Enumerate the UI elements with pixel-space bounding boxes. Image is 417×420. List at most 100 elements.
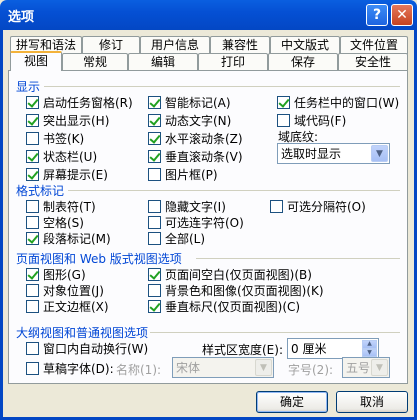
tab-track-changes[interactable]: 修订 xyxy=(82,36,140,54)
checkbox-box[interactable] xyxy=(148,215,161,229)
checkbox-box[interactable] xyxy=(148,283,161,297)
checkbox-box[interactable] xyxy=(26,231,39,245)
checkbox-box[interactable] xyxy=(26,341,39,355)
checkbox-label: 背景色和图像(仅页面视图)(K) xyxy=(165,283,324,298)
checkbox-box[interactable] xyxy=(277,95,290,109)
checkbox-highlight[interactable]: 突出显示(H) xyxy=(26,112,109,128)
checkbox-text-boundaries[interactable]: 正文边框(X) xyxy=(26,298,109,314)
checkbox-box[interactable] xyxy=(148,167,161,181)
close-button[interactable]: ✕ xyxy=(391,4,413,26)
tab-save[interactable]: 保存 xyxy=(268,53,338,71)
checkbox-box[interactable] xyxy=(26,283,39,297)
section-page-view-heading: 页面视图和 Web 版式视图选项 xyxy=(16,252,182,266)
tab-user-info[interactable]: 用户信息 xyxy=(140,36,210,54)
cancel-button[interactable]: 取消 xyxy=(336,391,408,413)
checkbox-box[interactable] xyxy=(148,199,161,213)
checkbox-label: 可选分隔符(O) xyxy=(287,199,366,214)
tab-edit[interactable]: 编辑 xyxy=(128,53,198,71)
checkbox-box[interactable] xyxy=(270,199,283,213)
checkbox-box[interactable] xyxy=(26,199,39,213)
checkbox-label: 水平滚动条(Z) xyxy=(165,131,243,146)
spinner-arrows[interactable]: ▲ ▼ xyxy=(362,340,377,357)
checkbox-box[interactable] xyxy=(26,131,39,145)
checkbox-box[interactable] xyxy=(26,167,39,181)
checkbox-label: 状态栏(U) xyxy=(43,149,98,164)
checkbox-label: 草稿字体(D): xyxy=(43,361,114,376)
checkbox-windows-in-taskbar[interactable]: 任务栏中的窗口(W) xyxy=(277,94,399,110)
checkbox-label: 任务栏中的窗口(W) xyxy=(294,95,400,110)
checkbox-box[interactable] xyxy=(26,299,39,313)
checkbox-wrap-to-window[interactable]: 窗口内自动换行(W) xyxy=(26,340,148,356)
chevron-down-icon[interactable]: ▼ xyxy=(371,145,388,162)
checkbox-box[interactable] xyxy=(148,113,161,127)
font-size-select[interactable]: 五号 ▼ xyxy=(342,357,390,378)
tab-general[interactable]: 常规 xyxy=(62,53,128,71)
tab-file-locations[interactable]: 文件位置 xyxy=(340,36,408,54)
checkbox-label: 隐藏文字(I) xyxy=(165,199,226,214)
checkbox-white-space-between-pages[interactable]: 页面间空白(仅页面视图)(B) xyxy=(148,266,312,282)
checkbox-box[interactable] xyxy=(26,149,39,163)
checkbox-tab-characters[interactable]: 制表符(T) xyxy=(26,198,96,214)
checkbox-box[interactable] xyxy=(26,215,39,229)
chevron-down-icon[interactable]: ▼ xyxy=(371,359,388,376)
checkbox-animated-text[interactable]: 动态文字(N) xyxy=(148,112,231,128)
checkbox-object-anchors[interactable]: 对象位置(J) xyxy=(26,282,104,298)
checkbox-label: 页面间空白(仅页面视图)(B) xyxy=(165,267,312,282)
checkbox-label: 垂直标尺(仅页面视图)(C) xyxy=(165,299,301,314)
help-button[interactable]: ? xyxy=(366,4,388,26)
checkbox-label: 动态文字(N) xyxy=(165,113,232,128)
checkbox-box[interactable] xyxy=(148,131,161,145)
checkbox-box[interactable] xyxy=(26,361,39,375)
checkbox-bookmarks[interactable]: 书签(K) xyxy=(26,130,84,146)
checkbox-screentips[interactable]: 屏幕提示(E) xyxy=(26,166,108,182)
tab-view[interactable]: 视图 xyxy=(10,51,62,71)
checkbox-box[interactable] xyxy=(26,95,39,109)
checkbox-box[interactable] xyxy=(148,267,161,281)
checkbox-spaces[interactable]: 空格(S) xyxy=(26,214,84,230)
checkbox-box[interactable] xyxy=(148,149,161,163)
checkbox-smart-tags[interactable]: 智能标记(A) xyxy=(148,94,231,110)
checkbox-draft-font[interactable]: 草稿字体(D): xyxy=(26,360,114,376)
spin-down-icon[interactable]: ▼ xyxy=(362,348,377,357)
tab-compatibility[interactable]: 兼容性 xyxy=(210,36,270,54)
font-name-value: 宋体 xyxy=(176,361,201,375)
tab-asian-typography[interactable]: 中文版式 xyxy=(270,36,340,54)
checkbox-paragraph-marks[interactable]: 段落标记(M) xyxy=(26,230,111,246)
checkbox-status-bar[interactable]: 状态栏(U) xyxy=(26,148,97,164)
style-area-width-spinner[interactable]: 0 厘米 ▲ ▼ xyxy=(287,338,379,359)
checkbox-optional-hyphens[interactable]: 可选连字符(O) xyxy=(148,214,244,230)
font-size-value: 五号 xyxy=(346,361,371,375)
section-divider xyxy=(68,190,400,191)
tab-print[interactable]: 打印 xyxy=(198,53,268,71)
tab-security[interactable]: 安全性 xyxy=(338,53,408,71)
checkbox-box[interactable] xyxy=(148,231,161,245)
checkbox-background-colors-images[interactable]: 背景色和图像(仅页面视图)(K) xyxy=(148,282,324,298)
checkbox-field-codes[interactable]: 域代码(F) xyxy=(277,112,346,128)
checkbox-startup-task-pane[interactable]: 启动任务窗格(R) xyxy=(26,94,133,110)
window-title: 选项 xyxy=(8,10,35,25)
checkbox-hidden-text[interactable]: 隐藏文字(I) xyxy=(148,198,226,214)
checkbox-label: 突出显示(H) xyxy=(43,113,110,128)
checkbox-vertical-ruler[interactable]: 垂直标尺(仅页面视图)(C) xyxy=(148,298,300,314)
chevron-down-icon[interactable]: ▼ xyxy=(255,359,272,376)
checkbox-label: 垂直滚动条(V) xyxy=(165,149,243,164)
spin-up-icon[interactable]: ▲ xyxy=(362,340,377,349)
ok-button[interactable]: 确定 xyxy=(256,391,328,413)
checkbox-picture-placeholders[interactable]: 图片框(P) xyxy=(148,166,218,182)
checkbox-box[interactable] xyxy=(26,267,39,281)
checkbox-box[interactable] xyxy=(26,113,39,127)
section-divider xyxy=(150,332,400,333)
checkbox-box[interactable] xyxy=(148,299,161,313)
checkbox-box[interactable] xyxy=(148,95,161,109)
font-name-select[interactable]: 宋体 ▼ xyxy=(172,357,274,378)
checkbox-box[interactable] xyxy=(277,113,290,127)
checkbox-label: 启动任务窗格(R) xyxy=(43,95,133,110)
checkbox-all-marks[interactable]: 全部(L) xyxy=(148,230,205,246)
checkbox-label: 窗口内自动换行(W) xyxy=(43,341,149,356)
checkbox-horizontal-scrollbar[interactable]: 水平滚动条(Z) xyxy=(148,130,243,146)
checkbox-optional-breaks[interactable]: 可选分隔符(O) xyxy=(270,198,366,214)
checkbox-label: 空格(S) xyxy=(43,215,84,230)
field-shading-select[interactable]: 选取时显示 ▼ xyxy=(277,143,390,164)
checkbox-vertical-scrollbar[interactable]: 垂直滚动条(V) xyxy=(148,148,243,164)
checkbox-drawings[interactable]: 图形(G) xyxy=(26,266,86,282)
